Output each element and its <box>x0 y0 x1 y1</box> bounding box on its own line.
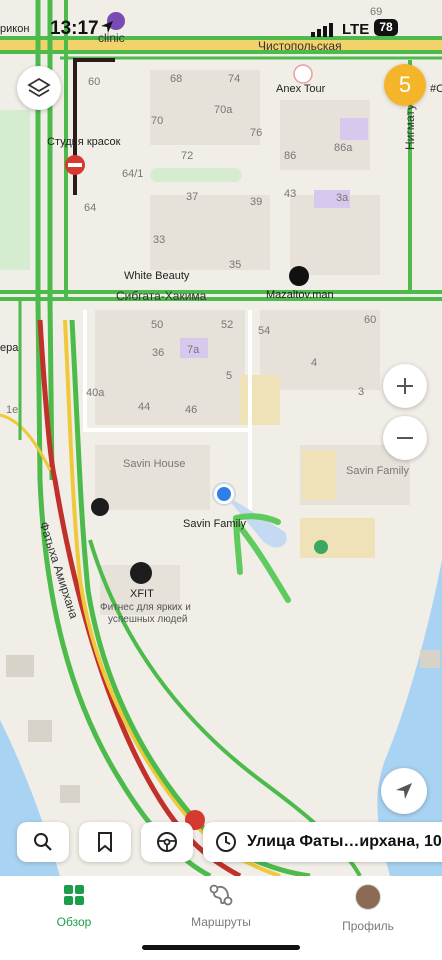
clock-icon <box>216 832 236 852</box>
house-number: 5 <box>226 370 233 382</box>
poi-white-beauty[interactable]: White Beauty <box>124 270 189 282</box>
house-number: 3 <box>358 386 365 398</box>
traffic-level-badge[interactable]: 5 <box>384 64 426 106</box>
bookmark-icon <box>98 832 112 852</box>
search-icon <box>34 833 52 851</box>
zoom-out-button[interactable] <box>383 416 427 460</box>
house-number: 86а <box>334 142 353 154</box>
poi-right-edge: #C <box>430 83 442 95</box>
house-number: 33 <box>153 234 166 246</box>
house-number: 52 <box>221 319 234 331</box>
tab-bar: Обзор Маршруты Профиль <box>0 876 442 960</box>
house-number: 46 <box>185 404 198 416</box>
grid-icon <box>64 885 84 905</box>
poi-xfit-desc-1: Фитнес для ярких и <box>100 602 191 613</box>
house-number: 64/1 <box>122 168 144 180</box>
house-number: 50 <box>151 319 164 331</box>
house-number: 54 <box>258 325 271 337</box>
house-number: 76 <box>250 127 263 139</box>
status-time: 13:17 <box>50 18 99 39</box>
street-label-chistopolskaya: Чистопольская <box>258 39 342 53</box>
street-label-sibgata: Сибгата-Хакима <box>116 289 207 303</box>
house-number: 37 <box>186 191 199 203</box>
house-number: 3а <box>336 192 349 204</box>
house-number: 70а <box>214 104 233 116</box>
house-number: 69 <box>370 6 383 18</box>
home-indicator <box>142 945 300 950</box>
house-number: 35 <box>229 259 242 271</box>
tab-profile[interactable]: Профиль <box>308 884 428 933</box>
house-number: 1е <box>6 404 19 416</box>
house-number: 39 <box>250 196 263 208</box>
tab-routes[interactable]: Маршруты <box>161 884 281 929</box>
park-left <box>0 110 30 270</box>
poi-mazaltov[interactable]: Mazaltov.man <box>266 289 334 301</box>
avatar <box>355 884 381 910</box>
battery-indicator: 78 <box>374 19 398 36</box>
poi-xfit-desc-2: успешных людей <box>108 614 188 625</box>
house-number: 74 <box>228 73 241 85</box>
house-number: 60 <box>88 76 101 88</box>
house-number: 44 <box>138 401 151 413</box>
street-label-clinic: clinic <box>98 31 125 45</box>
minus-icon <box>397 437 413 439</box>
poi-savin-house[interactable]: Savin House <box>123 458 185 470</box>
poi-left-edge-1: рикон <box>0 23 30 35</box>
layers-icon <box>27 77 51 98</box>
steering-wheel-icon <box>157 832 177 852</box>
signal-icon <box>311 23 333 37</box>
navigation-arrow-icon <box>396 783 412 799</box>
current-address: Улица Фаты…ирхана, 10 <box>247 833 442 850</box>
bookmarks-button[interactable] <box>79 822 131 862</box>
house-number: 43 <box>284 188 297 200</box>
tab-routes-label: Маршруты <box>191 915 251 929</box>
house-number: 7а <box>187 344 200 356</box>
layers-button[interactable] <box>17 66 61 110</box>
routes-icon <box>209 884 233 906</box>
house-number: 40а <box>86 387 105 399</box>
house-number: 36 <box>152 347 165 359</box>
poi-left-edge-2: ера <box>0 342 19 354</box>
house-number: 64 <box>84 202 97 214</box>
zoom-in-button[interactable] <box>383 364 427 408</box>
tab-overview[interactable]: Обзор <box>14 884 134 929</box>
current-address-pill[interactable]: Улица Фаты…ирхана, 10 <box>203 822 442 862</box>
poi-savin-family-east[interactable]: Savin Family <box>346 465 409 477</box>
tab-profile-label: Профиль <box>342 919 394 933</box>
house-number: 86 <box>284 150 297 162</box>
search-button[interactable] <box>17 822 69 862</box>
poi-savin-family-marker[interactable]: Savin Family <box>183 518 246 530</box>
navigator-button[interactable] <box>141 822 193 862</box>
house-number: 60 <box>364 314 377 326</box>
plus-icon <box>397 378 413 394</box>
house-number: 68 <box>170 73 183 85</box>
house-number: 4 <box>311 357 318 369</box>
poi-studio[interactable]: Студия красок <box>47 136 120 148</box>
my-location-button[interactable] <box>381 768 427 814</box>
house-number: 72 <box>181 150 194 162</box>
network-type: LTE <box>342 21 370 38</box>
house-number: 70 <box>151 115 164 127</box>
tab-overview-label: Обзор <box>56 915 92 929</box>
poi-anex[interactable]: Anex Tour <box>276 83 325 95</box>
poi-xfit[interactable]: XFIT <box>130 588 154 600</box>
